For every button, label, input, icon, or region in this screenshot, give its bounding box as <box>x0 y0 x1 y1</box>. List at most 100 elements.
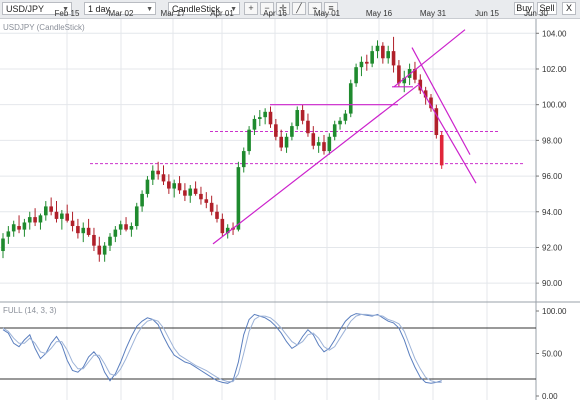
oscillator-tick-label-1: 50.00 <box>542 350 563 359</box>
candle-body-16 <box>86 227 91 235</box>
oscillator-title: FULL (14, 3, 3) <box>3 306 57 315</box>
candle-body-31 <box>167 181 171 189</box>
candle-body-7 <box>38 215 43 223</box>
candle-body-34 <box>183 190 187 196</box>
candle-body-67 <box>359 61 364 68</box>
candle-body-6 <box>33 217 37 223</box>
candle-body-60 <box>322 142 326 152</box>
price-chart[interactable]: 104.00 102.00 100.00 98.00 96.00 94.00 92.00 90… <box>0 0 580 402</box>
price-tick-label-0: 104.00 <box>542 29 567 38</box>
candle-body-1 <box>6 231 11 237</box>
candle-body-73 <box>391 51 396 66</box>
price-tick-label-1: 102.00 <box>542 65 567 74</box>
candle-body-29 <box>156 170 160 175</box>
candle-body-62 <box>332 124 337 137</box>
candle-body-57 <box>306 120 310 134</box>
candle-body-30 <box>161 174 166 182</box>
price-tick-label-6: 92.00 <box>542 243 563 252</box>
candle-body-50 <box>268 111 273 125</box>
candle-body-5 <box>27 217 32 223</box>
candle-body-36 <box>193 188 198 194</box>
candle-body-12 <box>65 213 69 221</box>
candle-body-39 <box>209 202 214 212</box>
price-tick-label-7: 90.00 <box>542 279 563 288</box>
candle-body-14 <box>76 226 80 234</box>
candle-body-33 <box>177 183 182 191</box>
date-tick-label-4: Apr 16 <box>263 9 287 18</box>
candle-body-72 <box>386 51 390 59</box>
date-tick-label-0: Feb 15 <box>55 9 80 18</box>
oscillator-tick-label-0: 100.00 <box>542 307 567 316</box>
candle-body-51 <box>274 124 278 137</box>
candle-body-65 <box>348 83 353 114</box>
candle-body-23 <box>124 224 128 230</box>
price-tick-label-3: 98.00 <box>542 136 563 145</box>
candle-body-71 <box>381 45 385 59</box>
chart-background <box>0 19 580 402</box>
price-tick-label-2: 100.00 <box>542 101 567 110</box>
price-tick-label-4: 96.00 <box>542 172 563 181</box>
candle-body-48 <box>258 117 262 119</box>
candle-body-37 <box>199 193 203 200</box>
candle-body-15 <box>81 227 86 234</box>
candle-body-13 <box>70 220 75 227</box>
candle-body-54 <box>290 126 294 137</box>
candle-body-56 <box>300 110 305 121</box>
candle-body-40 <box>215 211 219 219</box>
candle-body-22 <box>118 224 123 230</box>
candle-body-63 <box>338 120 342 125</box>
candle-body-11 <box>60 213 64 219</box>
date-tick-label-5: May 01 <box>314 9 341 18</box>
candle-body-69 <box>370 51 374 64</box>
candle-body-9 <box>49 206 53 212</box>
main-chart-title: USDJPY (CandleStick) <box>3 23 85 32</box>
candle-body-10 <box>54 211 59 219</box>
date-tick-label-2: Mar 17 <box>161 9 186 18</box>
date-tick-label-1: Mar 02 <box>109 9 134 18</box>
candle-body-4 <box>22 222 27 230</box>
candle-body-44 <box>236 167 241 230</box>
candle-body-47 <box>252 118 257 130</box>
candle-body-53 <box>284 136 289 148</box>
price-tick-label-5: 94.00 <box>542 208 563 217</box>
candle-body-2 <box>11 224 16 232</box>
candle-body-58 <box>311 133 316 146</box>
candle-body-32 <box>172 183 176 189</box>
candle-body-18 <box>97 245 102 255</box>
candle-body-25 <box>134 206 139 227</box>
candle-body-35 <box>188 188 193 196</box>
candle-body-38 <box>204 199 209 203</box>
candle-body-19 <box>102 245 107 255</box>
candle-body-26 <box>140 193 144 207</box>
candle-body-0 <box>1 238 5 252</box>
candle-body-24 <box>129 226 134 230</box>
candle-body-70 <box>375 45 380 52</box>
candle-body-28 <box>151 170 155 180</box>
date-tick-label-8: Jun 15 <box>475 9 500 18</box>
candle-body-74 <box>397 65 401 84</box>
candle-body-8 <box>44 206 48 216</box>
date-tick-label-7: May 31 <box>420 9 447 18</box>
candle-body-64 <box>343 113 348 121</box>
candle-body-82 <box>439 135 444 166</box>
candle-body-20 <box>108 236 112 246</box>
candle-body-17 <box>92 234 96 246</box>
candle-body-68 <box>365 61 369 64</box>
candle-body-27 <box>145 179 150 194</box>
candle-body-55 <box>295 110 300 127</box>
oscillator-tick-label-2: 0.00 <box>542 392 558 401</box>
date-axis: Feb 15 Mar 02 Mar 17 Apr 01 Apr 16 May 01 May … <box>55 9 549 18</box>
date-tick-label-6: May 16 <box>366 9 393 18</box>
date-tick-label-9: Jun 30 <box>524 9 549 18</box>
candle-body-21 <box>113 229 118 237</box>
candle-body-49 <box>263 111 267 118</box>
candle-body-59 <box>316 142 321 146</box>
candle-body-41 <box>220 218 225 234</box>
date-tick-label-3: Apr 01 <box>210 9 234 18</box>
candle-body-61 <box>327 136 332 152</box>
candle-body-66 <box>354 67 358 84</box>
candle-body-46 <box>247 129 251 152</box>
candle-body-52 <box>279 136 283 148</box>
candle-body-45 <box>241 151 246 168</box>
candle-body-3 <box>17 226 21 230</box>
